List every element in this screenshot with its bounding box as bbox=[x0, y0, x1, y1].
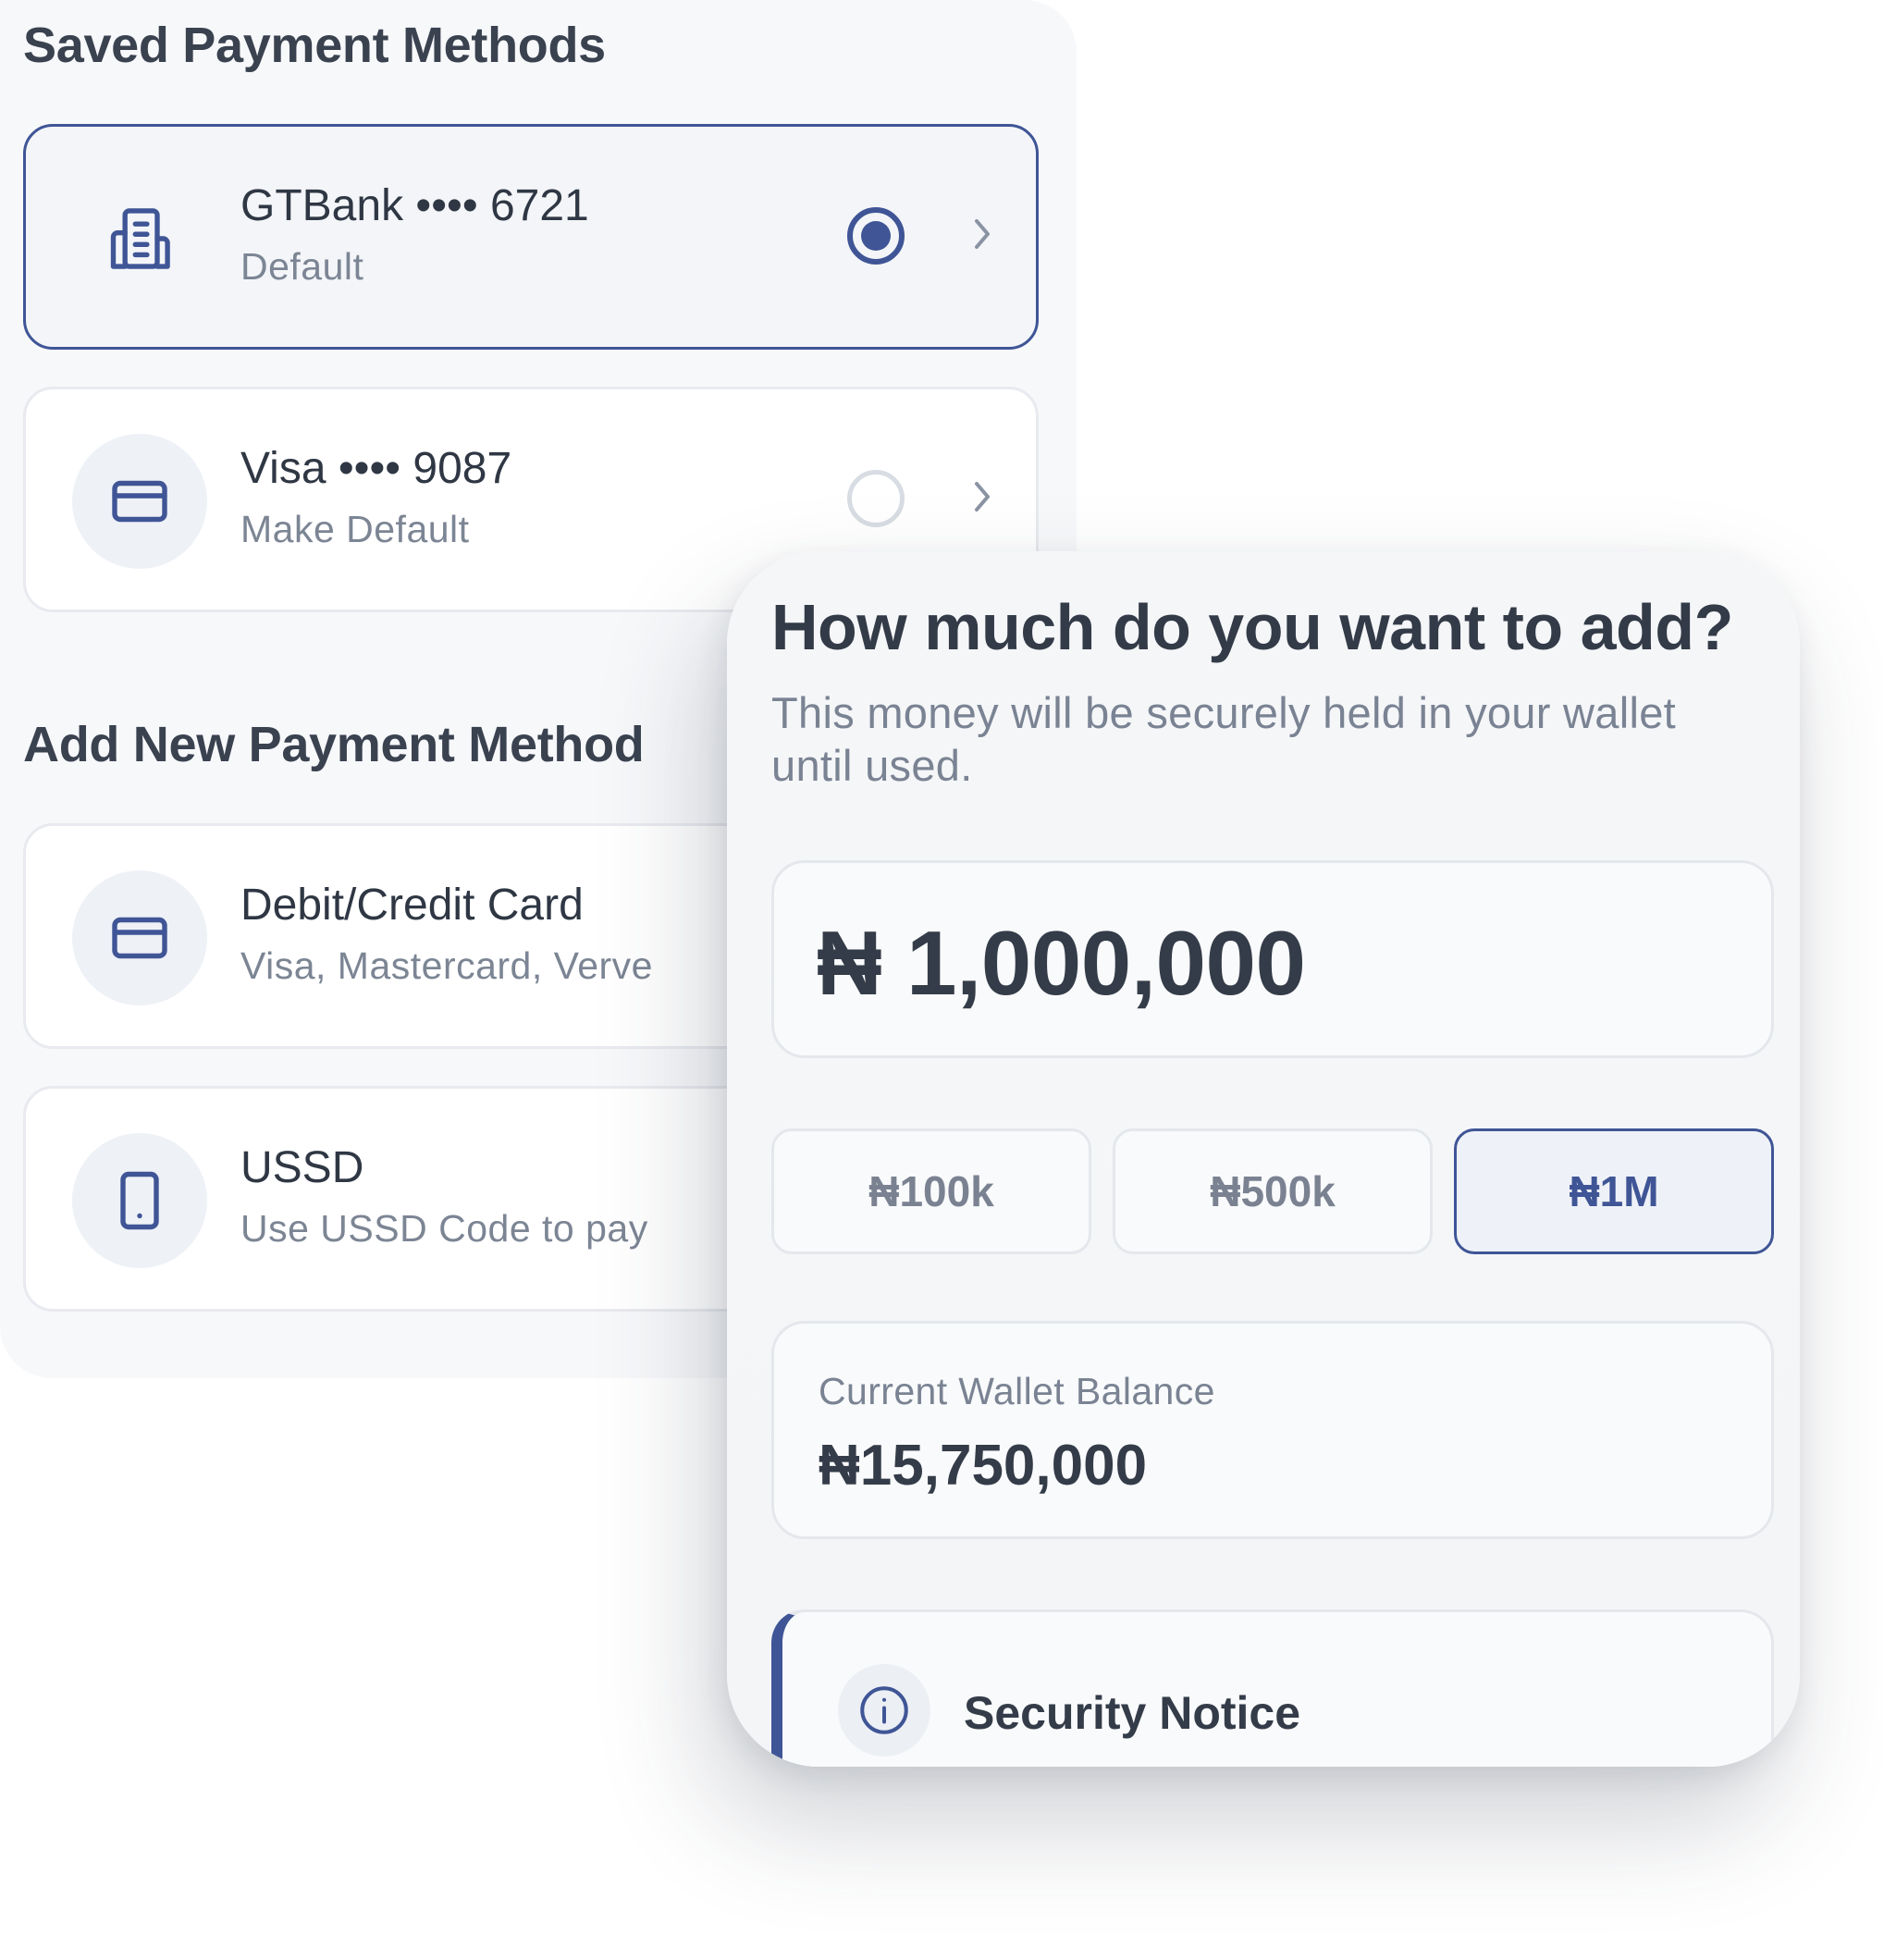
mobile-phone-icon bbox=[120, 1171, 159, 1230]
card-icon-wrapper bbox=[72, 870, 207, 1005]
credit-card-icon bbox=[112, 917, 167, 959]
make-default-link[interactable]: Make Default bbox=[240, 508, 470, 551]
info-icon-wrapper bbox=[838, 1664, 930, 1757]
add-method-title: Add New Payment Method bbox=[23, 717, 645, 772]
chevron-right-icon[interactable] bbox=[966, 212, 999, 256]
amount-input[interactable]: ₦ 1,000,000 bbox=[771, 860, 1774, 1058]
option-title: Debit/Credit Card bbox=[240, 881, 584, 930]
security-notice: Security Notice bbox=[771, 1609, 1774, 1767]
preset-1m-button[interactable]: ₦1M bbox=[1454, 1128, 1774, 1254]
add-funds-description: This money will be securely held in your… bbox=[771, 688, 1677, 790]
add-funds-sheet: How much do you want to add? This money … bbox=[727, 551, 1800, 1767]
method-title: Visa •••• 9087 bbox=[240, 444, 512, 493]
card-icon-wrapper bbox=[72, 434, 207, 569]
method-subtitle: Default bbox=[240, 245, 364, 288]
info-icon bbox=[860, 1686, 908, 1734]
phone-icon-wrapper bbox=[72, 1133, 207, 1268]
add-funds-title: How much do you want to add? bbox=[771, 591, 1733, 663]
amount-value: ₦ 1,000,000 bbox=[817, 912, 1306, 1014]
saved-method-gtbank[interactable]: GTBank •••• 6721 Default bbox=[23, 124, 1039, 350]
chevron-right-icon[interactable] bbox=[966, 475, 999, 519]
saved-methods-title: Saved Payment Methods bbox=[23, 18, 606, 73]
bank-building-icon bbox=[110, 208, 170, 269]
balance-value: ₦15,750,000 bbox=[819, 1434, 1148, 1498]
option-title: USSD bbox=[240, 1143, 364, 1192]
security-notice-title: Security Notice bbox=[964, 1687, 1301, 1739]
bank-icon-wrapper bbox=[72, 171, 207, 306]
default-radio-unselected[interactable] bbox=[847, 470, 905, 527]
option-subtitle: Visa, Mastercard, Verve bbox=[240, 944, 653, 987]
preset-100k-button[interactable]: ₦100k bbox=[771, 1128, 1091, 1254]
credit-card-icon bbox=[112, 480, 167, 523]
method-title: GTBank •••• 6721 bbox=[240, 181, 589, 230]
balance-label: Current Wallet Balance bbox=[819, 1370, 1215, 1412]
preset-500k-button[interactable]: ₦500k bbox=[1113, 1128, 1433, 1254]
default-radio-selected[interactable] bbox=[847, 207, 905, 265]
wallet-balance-card: Current Wallet Balance ₦15,750,000 bbox=[771, 1321, 1774, 1539]
option-subtitle: Use USSD Code to pay bbox=[240, 1207, 648, 1250]
